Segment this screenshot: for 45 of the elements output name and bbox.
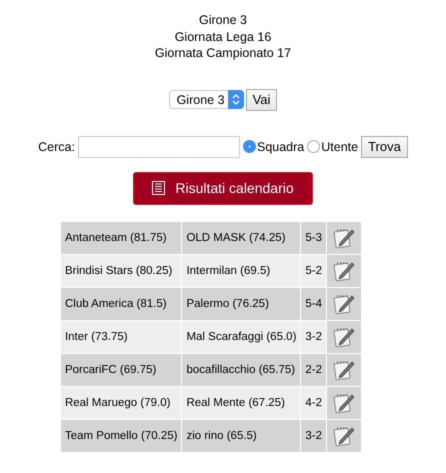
- table-cell: 5-4: [300, 287, 327, 320]
- table-cell: Club America (81.5): [60, 287, 182, 320]
- notepad-pencil-icon[interactable]: [333, 292, 356, 314]
- table-cell: 3-2: [300, 320, 327, 353]
- table-cell: Real Maruego (79.0): [60, 386, 182, 419]
- table-cell: Inter (73.75): [60, 320, 182, 353]
- table-cell: 3-2: [300, 419, 327, 452]
- radio-option[interactable]: Squadra: [242, 140, 304, 154]
- header-line: Giornata Lega 16: [174, 28, 272, 45]
- table-cell: Intermilan (69.5): [182, 254, 301, 287]
- notepad-pencil-icon[interactable]: [333, 226, 356, 248]
- notepad-pencil-icon[interactable]: [333, 358, 356, 380]
- radio-button[interactable]: [307, 140, 320, 153]
- header-line: Girone 3: [198, 12, 248, 28]
- radio-button[interactable]: [242, 140, 256, 153]
- table-cell: 5-3: [300, 221, 327, 254]
- table-cell: zio rino (65.5): [182, 419, 301, 452]
- notepad-pencil-icon[interactable]: [333, 326, 356, 348]
- table-cell: OLD MASK (74.25): [182, 221, 301, 254]
- radio-label: Utente: [321, 140, 358, 154]
- list-icon: [152, 181, 166, 195]
- dropdown-arrow-icon: [228, 90, 244, 109]
- group-dropdown[interactable]: Girone 3: [168, 90, 244, 109]
- table-cell: Team Pomello (70.25): [60, 419, 182, 452]
- notepad-pencil-icon[interactable]: [333, 260, 356, 282]
- table-cell: 5-2: [300, 254, 327, 287]
- find-button[interactable]: Trova: [361, 136, 408, 158]
- go-button[interactable]: Vai: [246, 88, 278, 110]
- table-cell: 2-2: [300, 353, 327, 386]
- radio-label: Squadra: [256, 140, 304, 154]
- table-cell: Palermo (76.25): [182, 287, 301, 320]
- radio-option[interactable]: Utente: [307, 140, 358, 154]
- results-calendar-button[interactable]: Risultati calendario: [133, 172, 313, 204]
- table-cell: Real Mente (67.25): [182, 386, 301, 419]
- search-field[interactable]: [78, 136, 240, 158]
- header-line: Giornata Campionato 17: [154, 45, 292, 62]
- notepad-pencil-icon[interactable]: [333, 424, 356, 446]
- notepad-pencil-icon[interactable]: [333, 392, 356, 414]
- table-cell: Mal Scarafaggi (65.0): [182, 320, 301, 353]
- table-cell: Brindisi Stars (80.25): [60, 254, 182, 287]
- table-cell: bocafillacchio (65.75): [182, 353, 301, 386]
- table-cell: PorcariFC (69.75): [60, 353, 182, 386]
- search-label: Cerca:: [38, 140, 75, 154]
- table-cell: 4-2: [300, 386, 327, 419]
- table-cell: Antaneteam (81.75): [60, 221, 182, 254]
